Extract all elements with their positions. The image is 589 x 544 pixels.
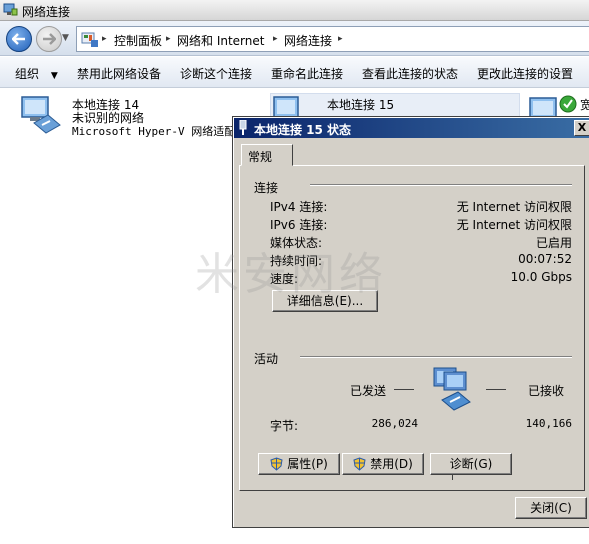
back-button[interactable] — [6, 26, 32, 52]
section-divider — [310, 184, 572, 186]
arrow-right-icon — [43, 33, 56, 45]
ipv6-label: IPv6 连接: — [270, 218, 328, 232]
dialog-titlebar[interactable]: 本地连接 15 状态 X — [234, 118, 589, 138]
breadcrumb-network-connections[interactable]: 网络连接 — [284, 32, 332, 49]
bytes-received-value: 140,166 — [525, 417, 572, 430]
sent-label: 已发送 — [350, 384, 387, 398]
section-divider — [300, 356, 572, 358]
dialog-title: 本地连接 15 状态 — [254, 123, 352, 137]
bytes-sent-value: 286,024 — [371, 417, 418, 430]
network-activity-icon — [433, 367, 471, 411]
network-adapter-icon — [21, 96, 61, 134]
properties-button[interactable]: 属性(P) — [258, 453, 340, 475]
shield-icon — [353, 457, 366, 471]
dropdown-arrow-icon: ▼ — [50, 71, 58, 81]
received-label: 已接收 — [528, 384, 565, 398]
duration-value: 00:07:52 — [518, 252, 572, 266]
address-bar: ▼ ▸ 控制面板 ▸ 网络和 Internet ▸ 网络连接 ▸ — [0, 21, 589, 56]
speed-label: 速度: — [270, 272, 299, 286]
path-separator-icon[interactable]: ▸ — [338, 34, 343, 44]
connection-section-title: 连接 — [254, 179, 283, 196]
connection-adapter-name: Microsoft Hyper-V 网络适配 — [72, 125, 236, 138]
path-separator-icon[interactable]: ▸ — [166, 34, 171, 44]
properties-label: 属性(P) — [287, 457, 328, 471]
ipv4-value: 无 Internet 访问权限 — [456, 200, 572, 214]
diagnose-button[interactable]: 诊断(G) — [430, 453, 512, 475]
view-status-command[interactable]: 查看此连接的状态 — [362, 65, 458, 82]
sent-line — [394, 389, 414, 390]
breadcrumb-network-internet[interactable]: 网络和 Internet — [177, 32, 264, 49]
control-panel-icon — [81, 32, 98, 47]
general-tab-panel: 连接 IPv4 连接: 无 Internet 访问权限 IPv6 连接: 无 I… — [239, 165, 585, 491]
recent-pages-chevron-icon[interactable]: ▼ — [62, 33, 69, 43]
path-separator-icon[interactable]: ▸ — [102, 34, 107, 44]
organize-label: 组织 — [15, 67, 40, 81]
ipv4-label: IPv4 连接: — [270, 200, 328, 214]
change-settings-command[interactable]: 更改此连接的设置 — [477, 65, 573, 82]
connection-name: 本地连接 15 — [327, 98, 395, 112]
activity-section-title: 活动 — [254, 350, 283, 367]
network-plug-icon — [239, 120, 247, 135]
duration-label: 持续时间: — [270, 254, 323, 268]
details-button[interactable]: 详细信息(E)... — [272, 290, 378, 312]
path-separator-icon[interactable]: ▸ — [273, 34, 278, 44]
diagnose-connection-command[interactable]: 诊断这个连接 — [180, 65, 252, 82]
address-path-box[interactable]: ▸ 控制面板 ▸ 网络和 Internet ▸ 网络连接 ▸ — [76, 26, 589, 52]
disable-label: 禁用(D) — [370, 457, 413, 471]
speed-value: 10.0 Gbps — [510, 270, 572, 284]
breadcrumb-control-panel[interactable]: 控制面板 — [114, 32, 162, 49]
ipv6-value: 无 Internet 访问权限 — [456, 218, 572, 232]
media-state-value: 已启用 — [535, 236, 572, 250]
connection-network-status: 未识别的网络 — [72, 111, 145, 125]
bytes-label: 字节: — [270, 419, 299, 433]
received-line — [486, 389, 506, 390]
command-bar: 组织 ▼ 禁用此网络设备 诊断这个连接 重命名此连接 查看此连接的状态 更改此连… — [0, 57, 589, 88]
arrow-left-icon — [12, 33, 25, 45]
connection-name: 宽 — [580, 98, 589, 112]
rename-connection-command[interactable]: 重命名此连接 — [271, 65, 343, 82]
window-titlebar: 网络连接 — [0, 0, 589, 21]
close-icon[interactable]: X — [574, 120, 589, 136]
close-button[interactable]: 关闭(C) — [515, 497, 587, 519]
shield-icon — [270, 457, 283, 471]
tab-general[interactable]: 常规 — [241, 144, 293, 166]
forward-button[interactable] — [36, 26, 62, 52]
organize-menu[interactable]: 组织 ▼ — [15, 65, 58, 82]
connection-status-dialog: 本地连接 15 状态 X 常规 连接 IPv4 连接: 无 Internet 访… — [232, 116, 589, 528]
disable-device-command[interactable]: 禁用此网络设备 — [77, 65, 161, 82]
disable-button[interactable]: 禁用(D) — [342, 453, 424, 475]
network-connections-icon — [3, 3, 18, 16]
window-title: 网络连接 — [22, 5, 71, 19]
media-state-label: 媒体状态: — [270, 236, 323, 250]
